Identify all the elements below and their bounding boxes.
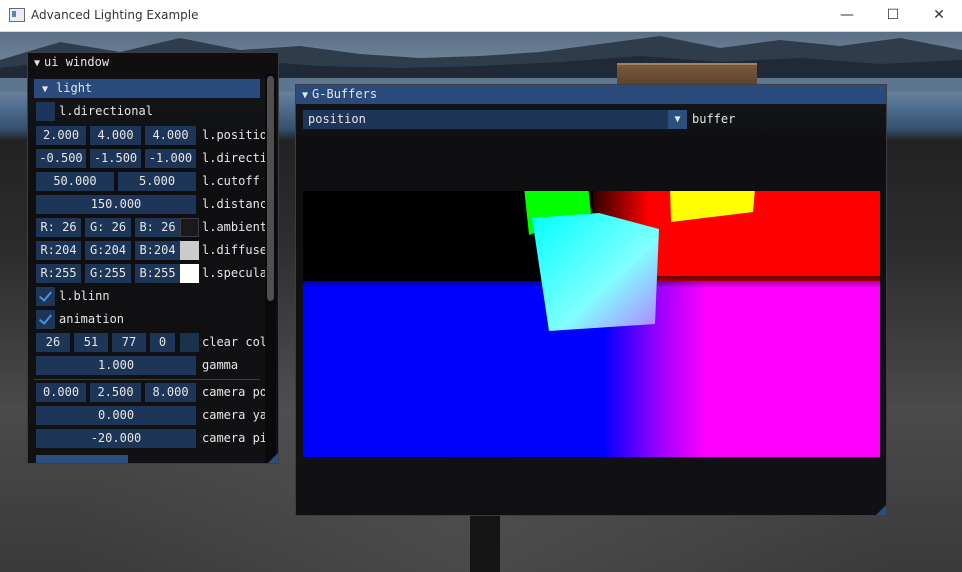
app-icon	[9, 8, 25, 22]
ui-window-resize-grip[interactable]	[268, 453, 278, 463]
diffuse-row: R:204 G:204 B:204 l.diffuse	[34, 241, 267, 260]
cutoff-row: 50.000 5.000 l.cutoff	[34, 172, 260, 191]
ambient-b-input[interactable]: B: 26	[135, 218, 180, 237]
blinn-checkbox[interactable]	[36, 287, 55, 306]
yellow-cube	[670, 191, 755, 222]
animation-checkbox[interactable]	[36, 310, 55, 329]
position-label: l.positio	[202, 128, 268, 142]
camera-position-row: 0.000 2.500 8.000 camera po	[34, 383, 267, 402]
window-title: Advanced Lighting Example	[31, 8, 199, 22]
camera-yaw-input[interactable]: 0.000	[36, 406, 196, 425]
ui-window-titlebar[interactable]: ▼ ui window	[28, 53, 278, 72]
camera-pos-y-input[interactable]: 2.500	[90, 383, 141, 402]
specular-g-input[interactable]: G:255	[85, 264, 131, 283]
diffuse-label: l.diffuse	[202, 243, 268, 257]
clear-color-g-input[interactable]: 51	[74, 333, 108, 352]
clear-color-b-input[interactable]: 77	[112, 333, 146, 352]
cutoff-inner-input[interactable]: 50.000	[36, 172, 114, 191]
clear-color-a-input[interactable]: 0	[150, 333, 175, 352]
direction-label: l.directi	[202, 151, 268, 165]
diffuse-r-input[interactable]: R:204	[36, 241, 81, 260]
distance-row: 150.000 l.distanc	[34, 195, 267, 214]
scrollbar-thumb[interactable]	[267, 76, 274, 301]
directional-checkbox[interactable]	[36, 102, 55, 121]
position-x-input[interactable]: 2.000	[36, 126, 86, 145]
camera-pos-z-input[interactable]: 8.000	[145, 383, 196, 402]
cyan-cube	[532, 213, 659, 331]
clear-color-r-input[interactable]: 26	[36, 333, 70, 352]
diffuse-color-swatch[interactable]	[180, 241, 199, 260]
animation-row: animation	[34, 310, 260, 329]
maximize-button[interactable]: ☐	[870, 0, 916, 31]
position-y-input[interactable]: 4.000	[90, 126, 141, 145]
diffuse-b-input[interactable]: B:204	[135, 241, 180, 260]
gbuffers-titlebar[interactable]: ▼ G-Buffers	[296, 85, 886, 104]
light-section-header[interactable]: ▼ light	[34, 79, 260, 98]
position-z-input[interactable]: 4.000	[145, 126, 196, 145]
separator	[34, 379, 260, 380]
specular-row: R:255 G:255 B:255 l.specula	[34, 264, 267, 283]
ambient-r-input[interactable]: R: 26	[36, 218, 81, 237]
section-arrow-icon: ▼	[42, 84, 49, 95]
specular-r-input[interactable]: R:255	[36, 264, 81, 283]
specular-b-input[interactable]: B:255	[135, 264, 180, 283]
direction-z-input[interactable]: -1.000	[145, 149, 196, 168]
distance-label: l.distanc	[202, 197, 268, 211]
chevron-down-icon[interactable]: ▼	[668, 110, 687, 129]
cubes-drawing	[524, 191, 755, 331]
clear-color-row: 26 51 77 0 clear col	[34, 333, 267, 352]
gbuffers-resize-grip[interactable]	[876, 505, 886, 515]
clear-color-label: clear col	[202, 335, 268, 349]
gamma-row: 1.000 gamma	[34, 356, 260, 375]
position-row: 2.000 4.000 4.000 l.positio	[34, 126, 267, 145]
cutoff-outer-input[interactable]: 5.000	[118, 172, 196, 191]
cutoff-label: l.cutoff	[202, 174, 260, 188]
collapse-arrow-icon[interactable]: ▼	[302, 90, 308, 101]
ui-window-title: ui window	[44, 55, 110, 69]
blinn-row: l.blinn	[34, 287, 260, 306]
animation-label: animation	[59, 312, 125, 326]
clear-color-swatch[interactable]	[180, 333, 199, 352]
gbuffers-panel[interactable]: ▼ G-Buffers position ▼ buffer	[295, 84, 887, 516]
collapse-arrow-icon[interactable]: ▼	[34, 58, 40, 69]
directional-label: l.directional	[59, 104, 153, 118]
camera-pitch-row: -20.000 camera pi	[34, 429, 267, 448]
direction-row: -0.500 -1.500 -1.000 l.directi	[34, 149, 267, 168]
ambient-g-input[interactable]: G: 26	[85, 218, 131, 237]
specular-color-swatch[interactable]	[180, 264, 199, 283]
diffuse-g-input[interactable]: G:204	[85, 241, 131, 260]
partial-button[interactable]	[36, 455, 128, 463]
buffer-label: buffer	[692, 112, 736, 126]
window-titlebar: Advanced Lighting Example — ☐ ✕	[0, 0, 962, 32]
gbuffers-title: G-Buffers	[312, 87, 378, 101]
camera-pos-x-input[interactable]: 0.000	[36, 383, 86, 402]
ui-window-scrollbar[interactable]	[265, 73, 276, 463]
specular-label: l.specula	[202, 266, 268, 280]
directional-row: l.directional	[34, 102, 260, 121]
gbuffer-position-image	[303, 191, 880, 457]
direction-x-input[interactable]: -0.500	[36, 149, 86, 168]
gamma-label: gamma	[202, 358, 239, 372]
ambient-label: l.ambient	[202, 220, 268, 234]
close-button[interactable]: ✕	[916, 0, 962, 31]
minimize-button[interactable]: —	[824, 0, 870, 31]
gamma-input[interactable]: 1.000	[36, 356, 196, 375]
ambient-row: R: 26 G: 26 B: 26 l.ambient	[34, 218, 267, 237]
camera-yaw-row: 0.000 camera ya	[34, 406, 267, 425]
direction-y-input[interactable]: -1.500	[90, 149, 141, 168]
ambient-color-swatch[interactable]	[180, 218, 199, 237]
buffer-select[interactable]: position	[303, 110, 687, 129]
floor-shadow	[470, 512, 500, 572]
camera-pitch-label: camera pi	[202, 431, 268, 445]
camera-yaw-label: camera ya	[202, 408, 268, 422]
ui-window-panel[interactable]: ▼ ui window ▼ light l.directional 2.000 4.…	[27, 52, 279, 464]
distance-input[interactable]: 150.000	[36, 195, 196, 214]
light-section-label: light	[56, 81, 93, 95]
camera-pitch-input[interactable]: -20.000	[36, 429, 196, 448]
blinn-label: l.blinn	[59, 289, 110, 303]
camera-position-label: camera po	[202, 385, 268, 399]
